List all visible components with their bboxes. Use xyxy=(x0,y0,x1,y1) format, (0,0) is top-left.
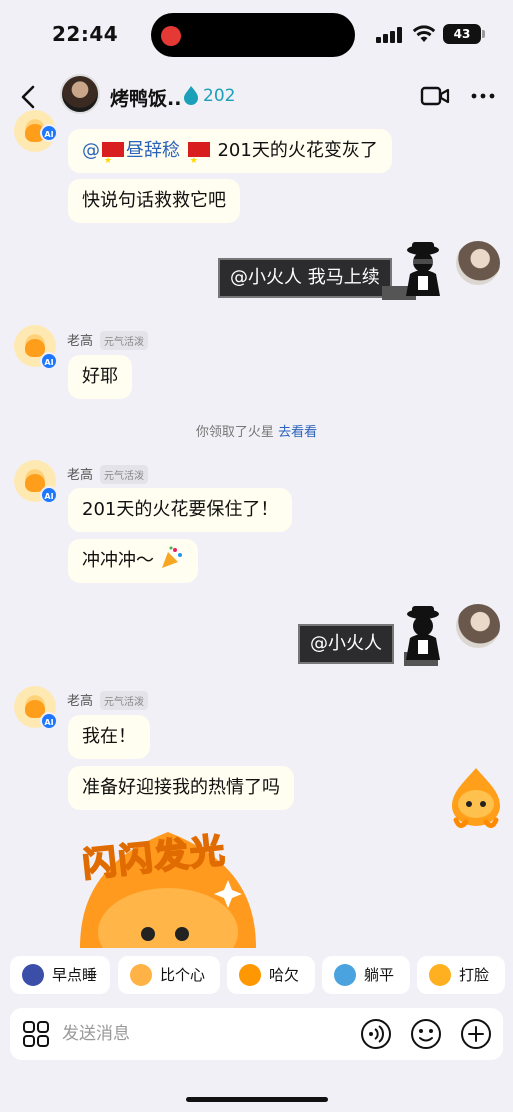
quick-reply-heart[interactable]: 比个心 xyxy=(118,956,220,994)
mention-name[interactable]: 昼辞稔 xyxy=(126,140,180,161)
flag-icon xyxy=(102,139,124,183)
wifi-icon xyxy=(412,25,436,42)
message-text: 冲冲冲～ xyxy=(82,550,154,571)
user-avatar[interactable] xyxy=(456,604,500,648)
message-text: 好耶 xyxy=(82,366,118,387)
sender-name: 老高 xyxy=(67,334,94,349)
plus-icon[interactable] xyxy=(460,1018,492,1050)
quick-reply-slap[interactable]: 打脸 xyxy=(417,956,505,994)
quick-reply-yawn[interactable]: 哈欠 xyxy=(227,956,315,994)
emoji-icon[interactable] xyxy=(410,1018,442,1050)
message-bubble[interactable]: @ 昼辞稔 201天的火花变灰了 xyxy=(68,129,392,183)
contact-avatar[interactable] xyxy=(60,74,100,114)
status-bar: 22:44 43 xyxy=(0,0,513,70)
mention-symbol: @ xyxy=(82,140,100,161)
dynamic-island xyxy=(151,13,355,57)
message-text: 快说句话救救它吧 xyxy=(82,190,226,211)
spark-flame-icon xyxy=(184,86,198,105)
message-text: 201天的火花变灰了 xyxy=(217,140,378,161)
quick-reply-bar: 早点睡 比个心 哈欠 躺平 打脸 xyxy=(0,956,513,1000)
battery-icon: 43 xyxy=(443,24,481,44)
message-bubble[interactable]: 201天的火花要保住了！ xyxy=(68,488,293,532)
quick-reply-label: 比个心 xyxy=(160,966,206,984)
ai-badge: AI xyxy=(40,352,58,370)
recording-indicator-icon xyxy=(161,26,181,46)
quick-reply-lie-flat[interactable]: 躺平 xyxy=(322,956,410,994)
message-text: 准备好迎接我的热情了吗 xyxy=(82,777,280,798)
view-link[interactable]: 去看看 xyxy=(278,425,317,440)
message-bubble[interactable]: 准备好迎接我的热情了吗 xyxy=(68,766,294,810)
persona-tag: 元气活泼 xyxy=(100,465,148,484)
back-arrow-icon[interactable] xyxy=(14,82,44,112)
persona-tag: 元气活泼 xyxy=(100,691,148,710)
quick-reply-sleep[interactable]: 早点睡 xyxy=(10,956,110,994)
slap-face-icon xyxy=(429,964,451,986)
message-input[interactable] xyxy=(62,1018,342,1050)
apps-grid-icon[interactable] xyxy=(22,1020,50,1048)
quick-reply-label: 早点睡 xyxy=(52,966,98,984)
lie-flat-icon xyxy=(334,964,356,986)
message-text: 201天的火花要保住了！ xyxy=(82,499,279,520)
system-notice-text: 你领取了火星 xyxy=(195,425,274,440)
yawn-icon xyxy=(239,964,261,986)
message-bubble[interactable]: 冲冲冲～ xyxy=(68,539,198,583)
spark-streak-count: 202 xyxy=(203,86,236,106)
system-notice: 你领取了火星 去看看 xyxy=(0,421,513,440)
ai-badge: AI xyxy=(40,124,58,142)
message-bubble[interactable]: 快说句话救救它吧 xyxy=(68,179,240,223)
video-call-icon[interactable] xyxy=(420,84,450,108)
signal-icon xyxy=(376,27,404,43)
ai-badge: AI xyxy=(40,486,58,504)
flame-mascot-icon xyxy=(452,768,500,828)
message-input-bar xyxy=(10,1008,503,1060)
home-indicator[interactable] xyxy=(186,1097,328,1102)
more-options-icon[interactable] xyxy=(470,84,496,108)
contact-name[interactable]: 烤鸭饭.. xyxy=(110,84,181,111)
status-time: 22:44 xyxy=(52,22,119,46)
hacker-character-icon xyxy=(406,606,440,660)
meme-text: @小火人 xyxy=(298,624,394,664)
message-bubble[interactable]: 好耶 xyxy=(68,355,132,399)
sender-name: 老高 xyxy=(67,694,94,709)
ai-badge: AI xyxy=(40,712,58,730)
battery-cap xyxy=(482,30,485,38)
message-bubble[interactable]: 我在！ xyxy=(68,715,150,759)
hacker-character-icon xyxy=(406,242,440,296)
message-text: 我在！ xyxy=(82,726,136,747)
meme-text: @小火人 我马上续 xyxy=(218,258,392,298)
sender-name: 老高 xyxy=(67,468,94,483)
glowing-sticker[interactable]: 闪闪发光 xyxy=(78,822,258,948)
flag-icon xyxy=(187,139,210,183)
persona-tag: 元气活泼 xyxy=(100,331,148,350)
party-popper-icon xyxy=(161,546,182,568)
user-avatar[interactable] xyxy=(456,241,500,285)
voice-icon[interactable] xyxy=(360,1018,392,1050)
quick-reply-label: 躺平 xyxy=(364,966,395,984)
moon-icon xyxy=(22,964,44,986)
quick-reply-label: 哈欠 xyxy=(269,966,300,984)
chat-header: 烤鸭饭.. 202 xyxy=(0,70,513,126)
quick-reply-label: 打脸 xyxy=(459,966,490,984)
heart-hand-icon xyxy=(130,964,152,986)
